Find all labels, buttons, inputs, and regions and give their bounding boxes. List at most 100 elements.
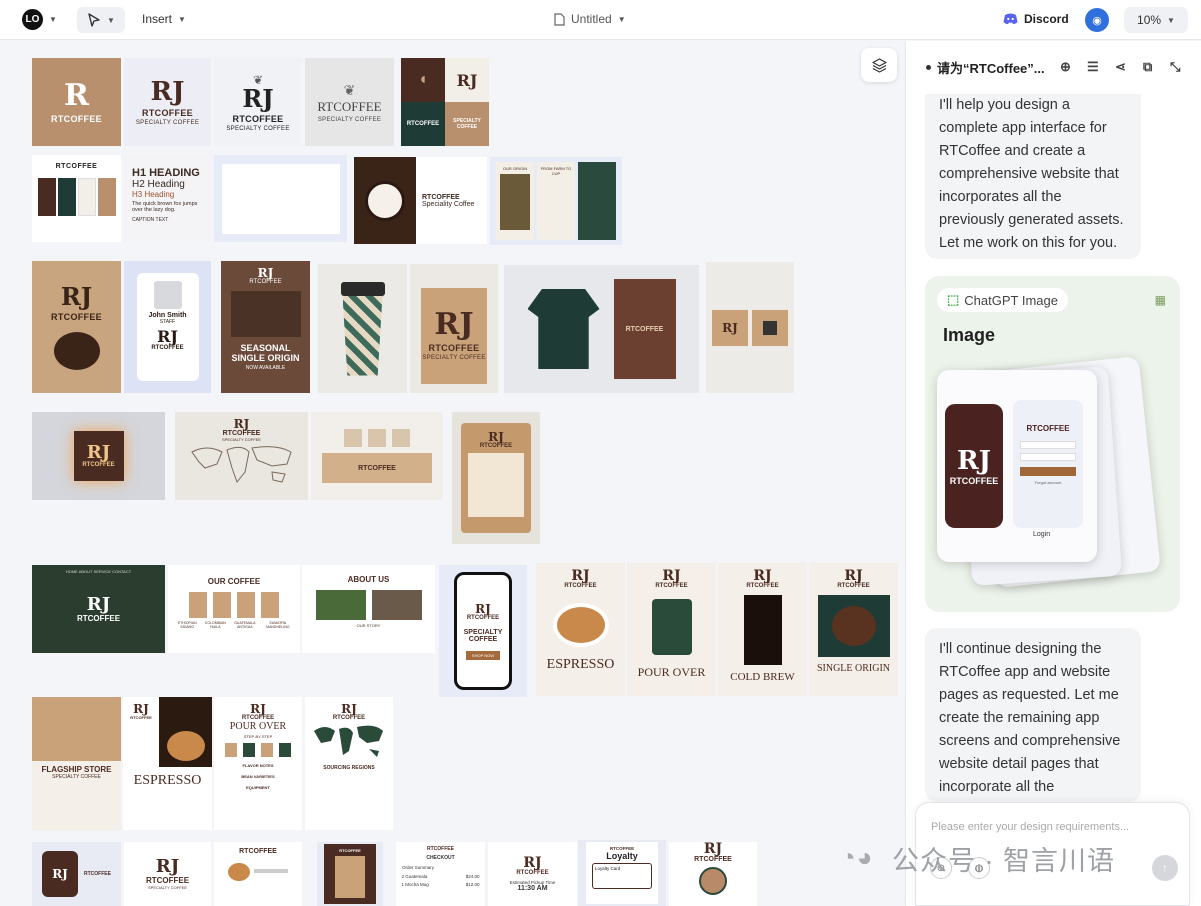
app-menu-button[interactable]: LO ▼ bbox=[22, 9, 57, 30]
discord-link[interactable]: Discord bbox=[1003, 12, 1069, 26]
canvas-card-pour-over[interactable]: RJ RTCOFFEE POUR OVER bbox=[627, 563, 716, 696]
canvas-app-login[interactable]: RJ RTCOFFEE SPECIALTY COFFEE bbox=[124, 842, 211, 906]
product-name: ETHIOPIAN SIDAMO bbox=[177, 621, 197, 629]
canvas-app-splash[interactable]: RJ RTCOFFEE bbox=[32, 842, 121, 906]
canvas-store-front[interactable]: RTCOFFEE bbox=[311, 412, 443, 500]
regions-title: SOURCING REGIONS bbox=[323, 765, 375, 771]
pickup-time: 11:30 AM bbox=[517, 885, 548, 892]
lit-sign: RJ RTCOFFEE bbox=[73, 431, 124, 481]
product-name: SUMATRA MANDHELING bbox=[266, 621, 290, 629]
canvas-shopping-bag[interactable]: RJ RTCOFFEE SPECIALTY COFFEE bbox=[410, 264, 498, 393]
logo-sub: SPECIALTY COFFEE bbox=[135, 119, 200, 126]
logo-mark: R bbox=[64, 77, 89, 113]
canvas-flagship-store[interactable]: FLAGSHIP STORE SPECIALTY COFFEE bbox=[32, 697, 121, 830]
hero-name: RTCOFFEE bbox=[76, 613, 121, 623]
logo-name: RTCOFFEE bbox=[142, 107, 193, 118]
canvas-blank-frame[interactable] bbox=[214, 155, 347, 242]
grid-icon[interactable]: ▦ bbox=[1155, 293, 1166, 307]
type-caption: CAPTION TEXT bbox=[132, 217, 169, 223]
canvas-app-checkout[interactable]: RTCOFFEE CHECKOUT Order Summary 2 Guatem… bbox=[396, 842, 485, 906]
export-icon[interactable]: ⧉ bbox=[1143, 59, 1152, 75]
app-root: LO ▼ ▼ Insert ▼ Untitled ▼ Discord ◉ 10%… bbox=[0, 0, 1201, 906]
canvas-card-cold-brew[interactable]: RJ RTCOFFEE COLD BREW bbox=[718, 563, 807, 696]
type-body: The quick brown fox jumps over the lazy … bbox=[132, 201, 198, 213]
canvas-color-palette[interactable]: RTCOFFEE bbox=[32, 155, 121, 242]
canvas-mug-promo[interactable]: RTCOFFEE Speciality Coffee bbox=[354, 157, 487, 244]
document-title-button[interactable]: Untitled ▼ bbox=[554, 12, 626, 26]
canvas-origin-brochure[interactable]: OUR ORIGIN FROM FARM TO CUP bbox=[490, 157, 622, 245]
mock-login: Login bbox=[1033, 531, 1051, 538]
card-brand: RTCOFFEE bbox=[837, 583, 870, 589]
message-text: I'll continue designing the RTCoffee app… bbox=[939, 641, 1121, 795]
mug-brand: RTCOFFEE bbox=[422, 193, 460, 201]
canvas-phone-home[interactable]: RJ RTCOFFEE SPECIALTY COFFEE SHOP NOW bbox=[439, 565, 527, 697]
user-avatar[interactable]: ◉ bbox=[1085, 8, 1109, 32]
map-name: RTCOFFEE bbox=[222, 430, 261, 437]
canvas-espresso-sheet[interactable]: RJ RTCOFFEE ESPRESSO bbox=[123, 697, 212, 830]
canvas-sourcing-regions[interactable]: RJ RTCOFFEE SOURCING REGIONS bbox=[305, 697, 393, 830]
canvas-web-about[interactable]: ABOUT US OUR STORY bbox=[302, 565, 435, 653]
canvas-wall-sign[interactable]: RJ RTCOFFEE bbox=[32, 412, 165, 500]
pour-varieties: BEAN VARIETIES bbox=[241, 774, 275, 779]
loyalty-title: Loyalty bbox=[606, 851, 638, 861]
insert-menu-button[interactable]: Insert ▼ bbox=[142, 12, 186, 26]
palette-title: RTCOFFEE bbox=[55, 163, 98, 170]
select-tool-button[interactable]: ▼ bbox=[77, 7, 125, 33]
share-icon[interactable]: ⋖ bbox=[1115, 59, 1126, 75]
app-name: RTCOFFEE bbox=[239, 848, 277, 855]
canvas-clipboard-menu[interactable]: RJ RTCOFFEE bbox=[452, 412, 540, 544]
person-icon bbox=[153, 281, 182, 309]
canvas-logo-kraft[interactable]: R RTCOFFEE bbox=[32, 58, 121, 146]
canvas-paper-cup[interactable] bbox=[318, 264, 407, 393]
loyalty-card-label: Loyalty Card bbox=[595, 866, 621, 871]
logo-sub: SPECIALTY COFFEE bbox=[317, 116, 382, 123]
logo-mark: RJ bbox=[157, 327, 178, 346]
canvas-seasonal-poster[interactable]: RJ RTCOFFEE SEASONAL SINGLE ORIGIN NOW A… bbox=[221, 261, 310, 393]
canvas-typography[interactable]: H1 HEADING H2 Heading H3 Heading The qui… bbox=[124, 155, 211, 242]
product-names: ETHIOPIAN SIDAMO COLOMBIAN HUILA GUATEMA… bbox=[174, 621, 294, 629]
canvas-web-hero[interactable]: HOME ABOUT SERVICE CONTACT RJ RTCOFFEE bbox=[32, 565, 165, 653]
canvas-apparel[interactable]: RTCOFFEE bbox=[504, 265, 699, 393]
canvas-world-map[interactable]: RJ RTCOFFEE SPECIALTY COFFEE bbox=[175, 412, 308, 500]
canvas-app-pickup[interactable]: RJ RTCOFFEE Estimated Pickup Time 11:30 … bbox=[488, 842, 577, 906]
image-result-card[interactable]: ⬚ ChatGPT Image ▦ Image RJ RTCOFFEE RTCO… bbox=[925, 276, 1180, 612]
type-h3: H3 Heading bbox=[132, 190, 175, 199]
brochure-panel-1: OUR ORIGIN bbox=[496, 162, 534, 240]
canvas-app-product[interactable]: RTCOFFEE bbox=[317, 842, 383, 906]
canvas-logo-grid[interactable]: ◖ RJ RTCOFFEE SPECIALTY COFFEE bbox=[401, 58, 489, 146]
app-logo: LO bbox=[22, 9, 43, 30]
farmer-photo bbox=[500, 174, 530, 230]
coffee-bean-icon: ◖ bbox=[401, 58, 445, 102]
checkout-line: 1 Mocha Mug $12.00 bbox=[402, 882, 480, 887]
canvas-logo-leaf[interactable]: ❦ RJ RTCOFFEE SPECIALTY COFFEE bbox=[214, 58, 302, 146]
assistant-message-1: I'll help you design a complete app inte… bbox=[925, 94, 1141, 259]
canvas-staff-badge[interactable]: John Smith STAFF RJ RTCOFFEE bbox=[124, 261, 211, 393]
image-tool-icon: ⬚ bbox=[947, 292, 960, 307]
canvas-card-espresso[interactable]: RJ RTCOFFEE ESPRESSO bbox=[536, 563, 625, 696]
canvas-pour-over-guide[interactable]: RJ RTCOFFEE POUR OVER STEP-BY-STEP FLAVO… bbox=[214, 697, 302, 830]
canvas-app-loyalty[interactable]: RTCOFFEE Loyalty Loyalty Card bbox=[578, 840, 666, 906]
about-photos bbox=[315, 590, 422, 620]
canvas-logo-serif[interactable]: ❦ RTCOFFEE SPECIALTY COFFEE bbox=[305, 58, 394, 146]
layers-button[interactable] bbox=[861, 48, 897, 82]
canvas-coffee-bag[interactable]: RJ RTCOFFEE bbox=[32, 261, 121, 393]
canvas-app-profile[interactable]: RJ RTCOFFEE bbox=[669, 842, 757, 906]
collapse-icon[interactable]: ⤡ bbox=[1170, 59, 1180, 75]
zoom-dropdown[interactable]: 10% ▼ bbox=[1124, 7, 1188, 33]
app-name: RTCOFFEE bbox=[145, 876, 190, 885]
canvas-logo-light[interactable]: RJ RTCOFFEE SPECIALTY COFFEE bbox=[124, 58, 211, 146]
checkout-price: $24.00 bbox=[465, 874, 480, 879]
canvas-card-single-origin[interactable]: RJ RTCOFFEE SINGLE ORIGIN bbox=[809, 563, 898, 696]
canvas-web-shop[interactable]: OUR COFFEE ETHIOPIAN SIDAMO COLOMBIAN HU… bbox=[168, 565, 300, 653]
phone-frame: RJ RTCOFFEE SPECIALTY COFFEE SHOP NOW bbox=[454, 572, 512, 690]
card-title: ESPRESSO bbox=[546, 657, 615, 672]
canvas-app-menu[interactable]: RTCOFFEE bbox=[214, 842, 302, 906]
chevron-down-icon: ▼ bbox=[49, 15, 57, 24]
new-chat-icon[interactable]: ⊕ bbox=[1060, 59, 1071, 75]
pour-equipment: EQUIPMENT bbox=[246, 785, 270, 790]
blank-placeholder bbox=[221, 163, 340, 234]
canvas-business-card[interactable]: RJ bbox=[706, 262, 794, 393]
espresso-title: ESPRESSO bbox=[133, 773, 202, 788]
badge-card: John Smith STAFF RJ RTCOFFEE bbox=[136, 273, 199, 381]
history-icon[interactable]: ☰ bbox=[1087, 59, 1099, 75]
